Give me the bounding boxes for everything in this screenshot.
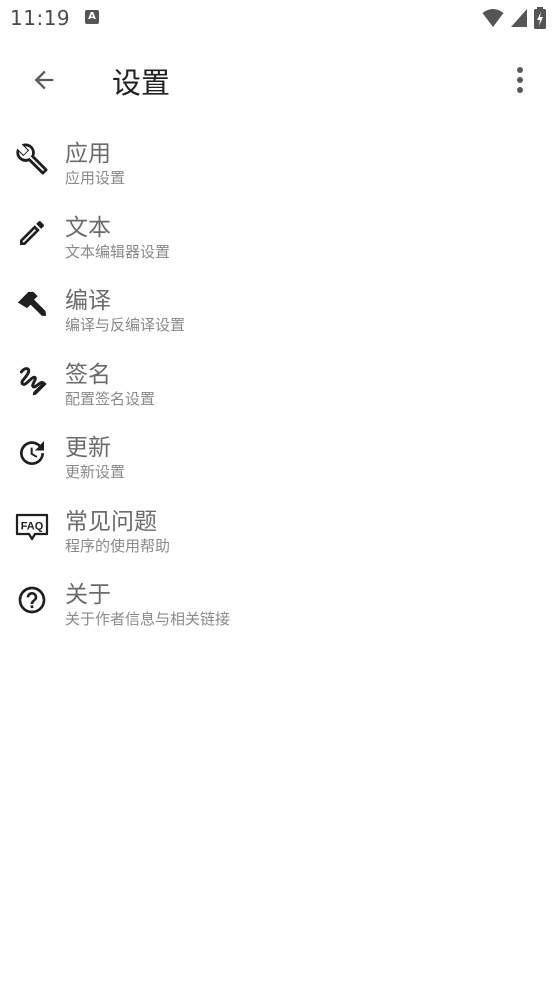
settings-item-compile[interactable]: 编译 编译与反编译设置: [0, 274, 554, 348]
cellular-signal-icon: [510, 8, 528, 28]
settings-item-about[interactable]: 关于 关于作者信息与相关链接: [0, 568, 554, 642]
help-circle-icon: [14, 582, 50, 618]
battery-charging-icon: [534, 7, 546, 29]
settings-item-subtitle: 配置签名设置: [65, 389, 156, 408]
svg-text:FAQ: FAQ: [21, 520, 44, 532]
update-clock-icon: [14, 435, 50, 471]
settings-item-text[interactable]: 文本 文本编辑器设置: [0, 201, 554, 275]
settings-item-title: 关于: [65, 582, 111, 608]
settings-item-title: 常见问题: [65, 508, 157, 535]
settings-item-update[interactable]: 更新 更新设置: [0, 421, 554, 495]
status-icons: [482, 7, 546, 29]
status-time: 11:19: [10, 6, 71, 30]
settings-item-title: 更新: [65, 435, 111, 461]
settings-item-signature[interactable]: 签名 配置签名设置: [0, 348, 554, 422]
arrow-back-icon: [30, 66, 58, 94]
more-vert-icon: [516, 66, 524, 94]
settings-item-title: 文本: [65, 214, 111, 241]
settings-list: 应用 应用设置 文本 文本编辑器设置 编译 编译与反编译设置 签名 配置签名设置: [0, 127, 554, 642]
settings-item-app[interactable]: 应用 应用设置: [0, 127, 554, 201]
notification-badge-icon: A: [85, 10, 99, 24]
app-bar: 设置: [0, 38, 554, 122]
settings-item-faq[interactable]: FAQ 常见问题 程序的使用帮助: [0, 495, 554, 569]
status-bar: 11:19 A: [0, 0, 554, 38]
page-title: 设置: [112, 66, 171, 100]
settings-item-subtitle: 关于作者信息与相关链接: [65, 610, 231, 628]
settings-item-subtitle: 程序的使用帮助: [65, 536, 171, 555]
pencil-icon: [14, 215, 50, 251]
settings-item-subtitle: 更新设置: [65, 463, 126, 481]
overflow-menu-button[interactable]: [500, 60, 540, 100]
settings-item-subtitle: 应用设置: [65, 169, 126, 187]
settings-item-subtitle: 编译与反编译设置: [65, 316, 186, 334]
faq-icon: FAQ: [14, 509, 50, 545]
settings-item-title: 签名: [65, 361, 111, 388]
wifi-icon: [482, 8, 504, 28]
back-button[interactable]: [22, 58, 66, 102]
settings-item-subtitle: 文本编辑器设置: [65, 242, 171, 261]
hammer-icon: [14, 288, 50, 324]
settings-item-title: 应用: [65, 141, 111, 167]
wrench-icon: [14, 141, 50, 177]
settings-item-title: 编译: [65, 288, 111, 314]
signature-icon: [14, 362, 50, 398]
